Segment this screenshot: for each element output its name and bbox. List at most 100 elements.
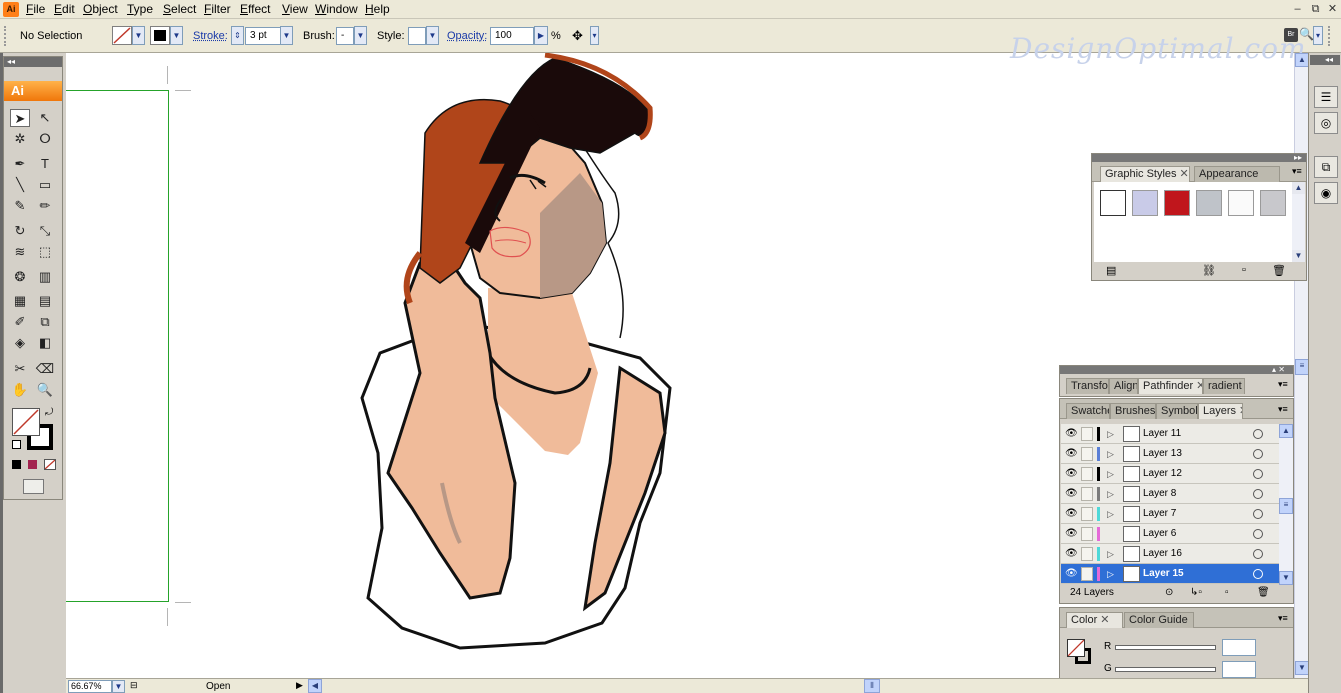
transparency-panel-icon[interactable]: ◎ bbox=[1314, 112, 1338, 134]
stroke-dropdown-arrow[interactable]: ▼ bbox=[170, 26, 183, 45]
panel-menu-icon[interactable]: ▾≡ bbox=[1278, 613, 1288, 624]
layer-name[interactable]: Layer 8 bbox=[1143, 487, 1176, 501]
menu-edit[interactable]: Edit bbox=[50, 2, 79, 17]
target-circle-icon[interactable] bbox=[1253, 509, 1263, 519]
target-circle-icon[interactable] bbox=[1253, 449, 1263, 459]
graphic-styles-tab-graphic-styles[interactable]: Graphic Styles ✕ bbox=[1100, 166, 1190, 182]
opacity-field[interactable]: 100 bbox=[490, 27, 534, 45]
stroke-weight-dropdown[interactable]: ▼ bbox=[280, 26, 293, 45]
fill-box-front[interactable] bbox=[12, 408, 40, 436]
transform-tab-align[interactable]: Align bbox=[1109, 378, 1138, 394]
layers-scrollbar[interactable]: ▲ ≡ ▼ bbox=[1279, 424, 1293, 585]
layers-tab-layers[interactable]: Layers✕ bbox=[1198, 403, 1243, 419]
style-field[interactable] bbox=[408, 27, 426, 45]
default-style-swatch[interactable] bbox=[1100, 190, 1126, 216]
eraser-tool-icon[interactable]: ⌫ bbox=[35, 360, 55, 378]
pen-tool-icon[interactable]: ✒ bbox=[10, 155, 30, 173]
channel-g-slider[interactable] bbox=[1115, 667, 1216, 672]
transform-tab-radient[interactable]: radient bbox=[1203, 378, 1245, 394]
vertical-scroll-thumb[interactable]: ≡ bbox=[1295, 359, 1309, 375]
layers-tab-brushes[interactable]: Brushes bbox=[1110, 403, 1156, 419]
expand-triangle-icon[interactable]: ▷ bbox=[1107, 427, 1114, 441]
type-tool-icon[interactable]: T bbox=[35, 155, 55, 173]
rectangle-tool-icon[interactable]: ▭ bbox=[35, 176, 55, 194]
panel-menu-icon[interactable]: ▾≡ bbox=[1278, 404, 1288, 415]
color-fill-box-front[interactable] bbox=[1067, 639, 1085, 657]
rotate-tool-icon[interactable]: ↻ bbox=[10, 222, 30, 240]
expand-dock-icon[interactable]: ◂◂ bbox=[1325, 55, 1333, 65]
opacity-label[interactable]: Opacity: bbox=[447, 29, 487, 43]
lasso-tool-icon[interactable]: ⵔ bbox=[35, 130, 55, 148]
layers-scroll-down[interactable]: ▼ bbox=[1279, 571, 1293, 585]
visibility-eye-icon[interactable]: 👁 bbox=[1065, 428, 1078, 440]
isolate-object-icon[interactable]: ✥ bbox=[572, 28, 588, 44]
lock-toggle[interactable] bbox=[1081, 467, 1093, 481]
menu-filter[interactable]: Filter bbox=[200, 2, 235, 17]
gradient-mode-swatch[interactable] bbox=[28, 460, 37, 469]
lock-toggle[interactable] bbox=[1081, 547, 1093, 561]
target-circle-icon[interactable] bbox=[1253, 569, 1263, 579]
styles-scroll-down[interactable]: ▼ bbox=[1292, 250, 1305, 262]
layer-row[interactable]: 👁 ▷ Layer 11 bbox=[1061, 424, 1280, 444]
collapse-icon[interactable]: ◂◂ bbox=[7, 57, 15, 67]
transform-tab-transfo[interactable]: Transfo bbox=[1066, 378, 1109, 394]
zoom-dropdown[interactable]: ▼ bbox=[112, 680, 125, 693]
minimize-button[interactable]: – bbox=[1289, 2, 1306, 17]
swap-fill-stroke-icon[interactable]: ⤾ bbox=[45, 407, 53, 418]
default-fill-stroke-icon[interactable] bbox=[12, 440, 21, 449]
expand-triangle-icon[interactable]: ▷ bbox=[1107, 547, 1114, 561]
lock-toggle[interactable] bbox=[1081, 427, 1093, 441]
stroke-label[interactable]: Stroke: bbox=[193, 29, 228, 43]
lock-toggle[interactable] bbox=[1081, 567, 1093, 581]
layer-name[interactable]: Layer 16 bbox=[1143, 547, 1182, 561]
layer-name[interactable]: Layer 6 bbox=[1143, 527, 1176, 541]
channel-r-value[interactable] bbox=[1222, 639, 1256, 656]
direct-selection-tool-icon[interactable]: ↖ bbox=[35, 109, 55, 127]
woman-illustration[interactable] bbox=[340, 53, 690, 653]
layer-name[interactable]: Layer 11 bbox=[1143, 427, 1181, 441]
layer-name[interactable]: Layer 12 bbox=[1143, 467, 1182, 481]
layer-row[interactable]: 👁 ▷ Layer 16 bbox=[1061, 544, 1280, 564]
paintbrush-tool-icon[interactable]: ✎ bbox=[10, 197, 30, 215]
blend-tool-icon[interactable]: ⧉ bbox=[35, 313, 55, 331]
expand-triangle-icon[interactable]: ▷ bbox=[1107, 487, 1114, 501]
lock-toggle[interactable] bbox=[1081, 507, 1093, 521]
visibility-eye-icon[interactable]: 👁 bbox=[1065, 508, 1078, 520]
close-tab-icon[interactable]: ✕ bbox=[1196, 380, 1202, 392]
magic-wand-tool-icon[interactable]: ✲ bbox=[10, 130, 30, 148]
expand-triangle-icon[interactable]: ▷ bbox=[1107, 447, 1114, 461]
fill-dropdown-arrow[interactable]: ▼ bbox=[132, 26, 145, 45]
layer-name[interactable]: Layer 7 bbox=[1143, 507, 1176, 521]
fill-swatch[interactable] bbox=[112, 26, 132, 45]
stroke-weight-field[interactable]: 3 pt bbox=[245, 27, 281, 45]
visibility-eye-icon[interactable]: 👁 bbox=[1065, 568, 1078, 580]
panel-header-bar[interactable] bbox=[1060, 366, 1293, 374]
control-bar-grip[interactable] bbox=[4, 26, 9, 46]
style-dropdown[interactable]: ▼ bbox=[426, 26, 439, 45]
visibility-eye-icon[interactable]: 👁 bbox=[1065, 448, 1078, 460]
layers-tab-swatche[interactable]: Swatche bbox=[1066, 403, 1110, 419]
zoom-field[interactable]: 66.67% bbox=[68, 680, 112, 693]
eyedropper-tool-icon[interactable]: ✐ bbox=[10, 313, 30, 331]
none-mode-swatch[interactable] bbox=[44, 459, 56, 470]
free-transform-tool-icon[interactable]: ⬚ bbox=[35, 243, 55, 261]
pencil-tool-icon[interactable]: ✏ bbox=[35, 197, 55, 215]
scroll-down-button[interactable]: ▼ bbox=[1295, 661, 1309, 675]
make-clipping-mask-icon[interactable]: ⊙ bbox=[1165, 587, 1173, 598]
status-arrow[interactable]: ▶ bbox=[296, 680, 303, 691]
transform-tab-pathfinder[interactable]: Pathfinder✕ bbox=[1138, 378, 1203, 394]
layer-row[interactable]: 👁 ▷ Layer 13 bbox=[1061, 444, 1280, 464]
grey-style-swatch[interactable] bbox=[1260, 190, 1286, 216]
brush-field[interactable]: - bbox=[336, 27, 354, 45]
layer-row[interactable]: 👁 ▷ Layer 7 bbox=[1061, 504, 1280, 524]
lock-toggle[interactable] bbox=[1081, 527, 1093, 541]
silver-style-swatch[interactable] bbox=[1196, 190, 1222, 216]
channel-r-slider[interactable] bbox=[1115, 645, 1216, 650]
color-tab-color[interactable]: Color ✕ bbox=[1066, 612, 1123, 628]
appearance-panel-icon[interactable]: ◉ bbox=[1314, 182, 1338, 204]
menu-select[interactable]: Select bbox=[159, 2, 200, 17]
layers-tab-symbols[interactable]: Symbols bbox=[1156, 403, 1198, 419]
layers-scroll-up[interactable]: ▲ bbox=[1279, 424, 1293, 438]
menu-view[interactable]: View bbox=[278, 2, 312, 17]
scale-tool-icon[interactable]: ⤡ bbox=[35, 222, 55, 240]
